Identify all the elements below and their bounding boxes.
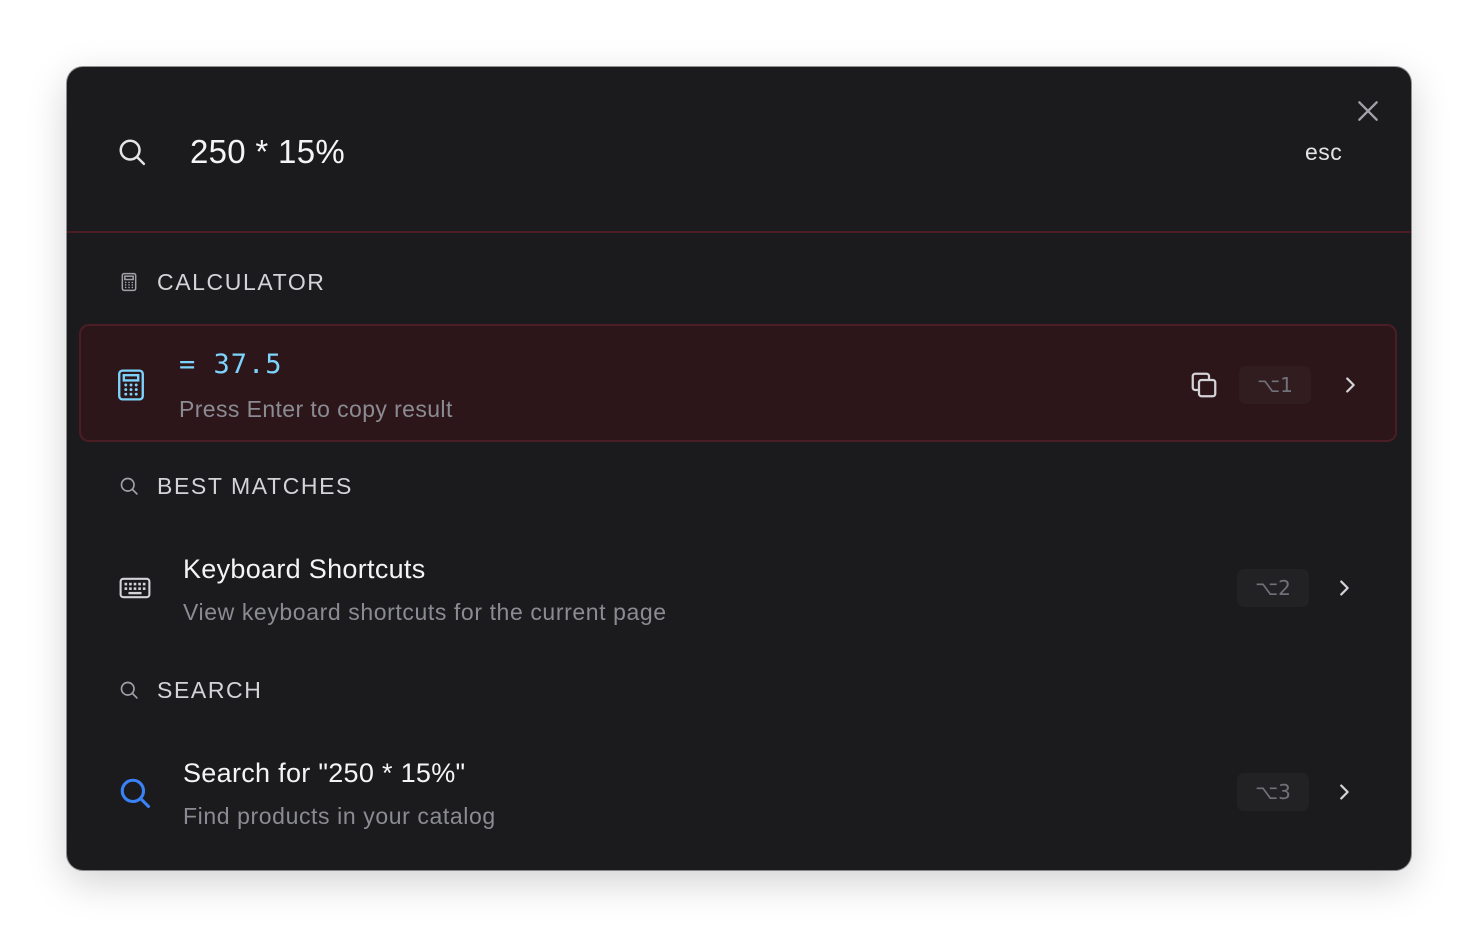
search-icon: [117, 137, 147, 167]
search-input[interactable]: 250 * 15%: [190, 131, 345, 173]
calculator-icon: [119, 272, 139, 292]
divider: [67, 231, 1411, 233]
command-palette: 250 * 15% esc CALCULATOR = 37.5 Press En…: [67, 67, 1411, 870]
search-icon: [119, 476, 139, 496]
result-subtitle: View keyboard shortcuts for the current …: [183, 599, 667, 625]
section-header-search: SEARCH: [119, 675, 262, 705]
esc-hint: esc: [1305, 139, 1343, 165]
section-label: CALCULATOR: [157, 268, 326, 295]
chevron-right-icon: [1339, 374, 1361, 396]
section-header-calculator: CALCULATOR: [119, 267, 326, 297]
calculator-icon: [115, 368, 147, 402]
result-search-catalog[interactable]: Search for "250 * 15%" Find products in …: [67, 733, 1411, 851]
result-keyboard-shortcuts[interactable]: Keyboard Shortcuts View keyboard shortcu…: [67, 529, 1411, 647]
section-label: BEST MATCHES: [157, 472, 353, 499]
search-icon: [118, 776, 152, 810]
result-title: Keyboard Shortcuts: [183, 554, 426, 584]
section-header-best-matches: BEST MATCHES: [119, 471, 353, 501]
shortcut-badge: ⌥2: [1237, 569, 1309, 607]
section-label: SEARCH: [157, 676, 263, 703]
result-title: Search for "250 * 15%": [183, 758, 466, 788]
calculator-result: = 37.5: [179, 349, 283, 380]
calculator-result-row[interactable]: = 37.5 Press Enter to copy result ⌥1: [79, 324, 1397, 442]
calculator-hint: Press Enter to copy result: [179, 396, 453, 422]
result-subtitle: Find products in your catalog: [183, 803, 496, 829]
close-icon[interactable]: [1355, 98, 1381, 124]
shortcut-badge: ⌥3: [1237, 773, 1309, 811]
copy-icon[interactable]: [1189, 370, 1219, 400]
chevron-right-icon: [1333, 577, 1355, 599]
chevron-right-icon: [1333, 781, 1355, 803]
shortcut-badge: ⌥1: [1239, 366, 1311, 404]
keyboard-icon: [118, 571, 152, 605]
search-bar: 250 * 15% esc: [67, 67, 1411, 231]
search-icon: [119, 680, 139, 700]
